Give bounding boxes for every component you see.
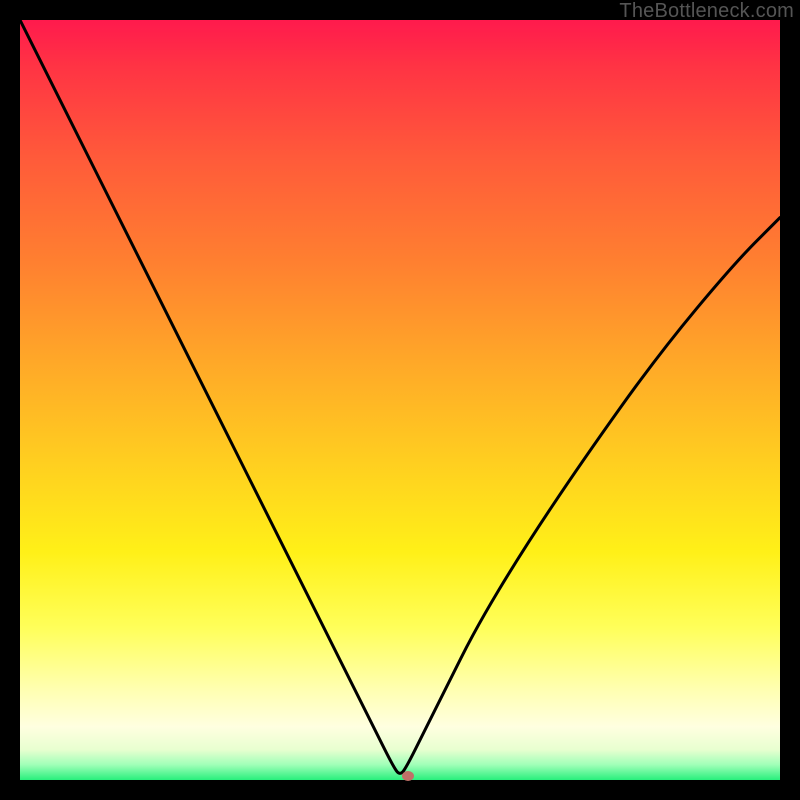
chart-stage: TheBottleneck.com <box>0 0 800 800</box>
plot-area <box>20 20 780 780</box>
bottleneck-curve <box>20 20 780 780</box>
curve-path <box>20 20 780 773</box>
min-marker-dot <box>402 771 414 781</box>
